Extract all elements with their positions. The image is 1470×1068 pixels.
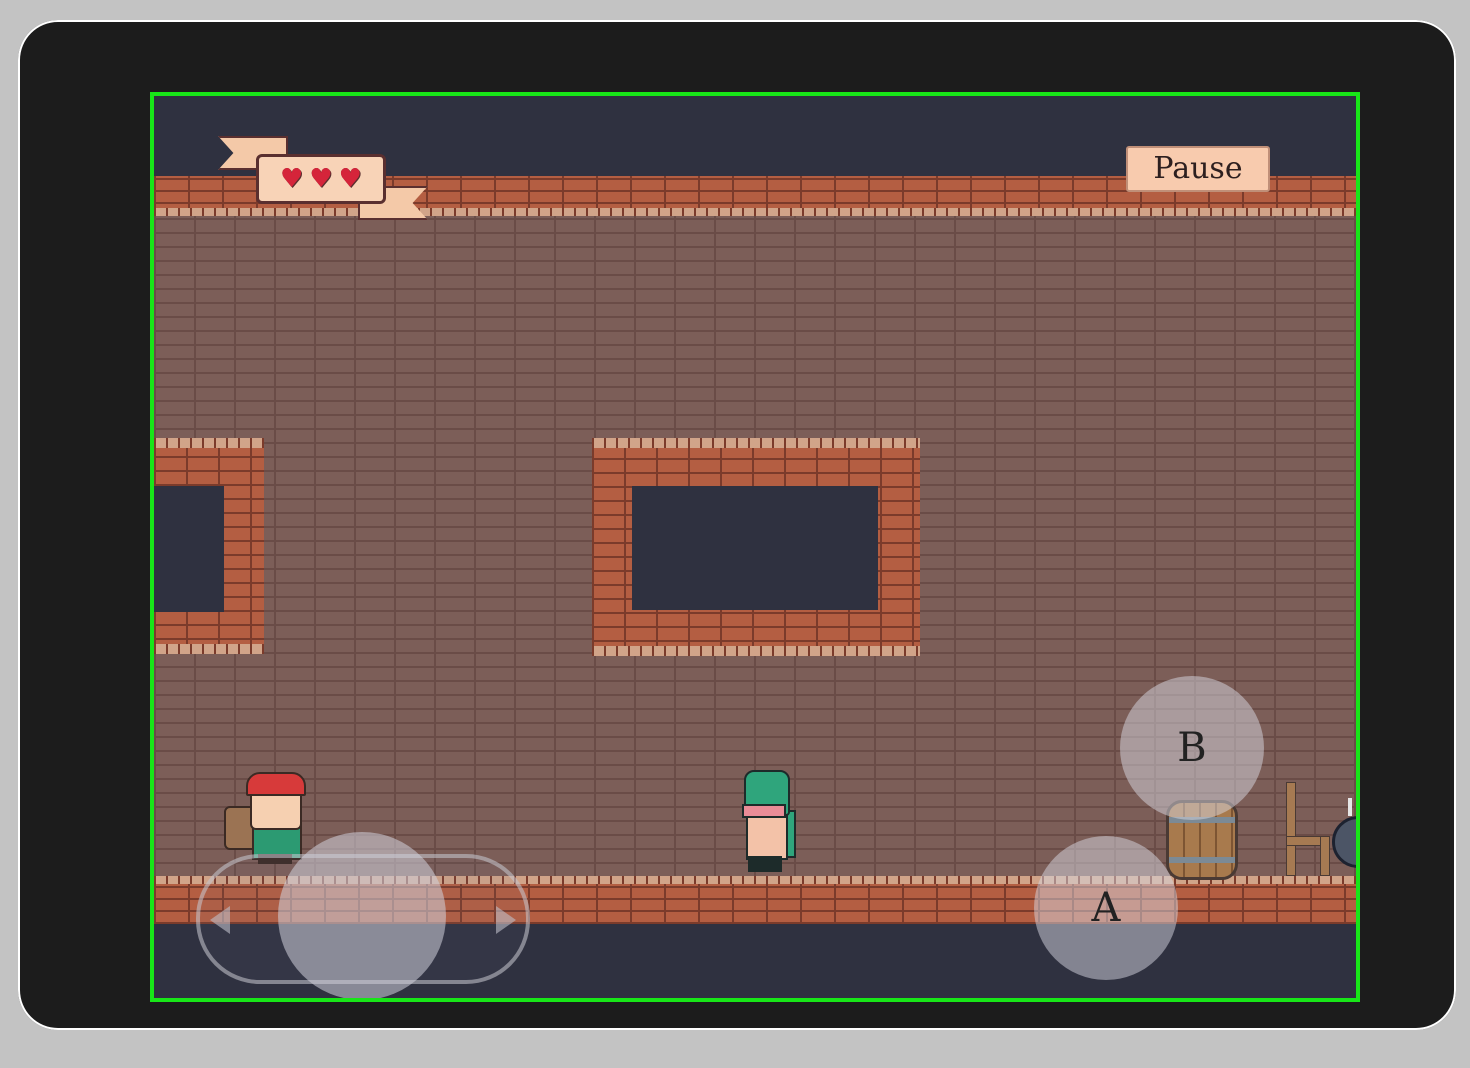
window-center (592, 438, 920, 656)
b-button[interactable]: B (1120, 676, 1264, 820)
enemy-dino (742, 770, 796, 874)
heart-icon: ♥ (280, 164, 304, 194)
left-arrow-icon (210, 906, 230, 934)
hearts-container: ♥ ♥ ♥ (256, 154, 386, 204)
player-cap (246, 772, 306, 796)
chair (1284, 782, 1330, 876)
enemy-legs (748, 856, 782, 872)
heart-icon: ♥ (309, 164, 333, 194)
player-character (224, 768, 308, 864)
bomb-fuse (1348, 798, 1352, 816)
a-button[interactable]: A (1034, 836, 1178, 980)
pause-button[interactable]: Pause (1126, 146, 1270, 192)
game-screen[interactable]: ♥ ♥ ♥ Pause B A (150, 92, 1360, 1002)
joystick-knob[interactable] (278, 832, 446, 998)
window-left (154, 438, 264, 654)
right-arrow-icon (496, 906, 516, 934)
health-banner: ♥ ♥ ♥ (218, 136, 428, 220)
heart-icon: ♥ (338, 164, 362, 194)
enemy-body (746, 814, 788, 860)
enemy-mouth (742, 804, 786, 818)
device-frame: ♥ ♥ ♥ Pause B A (18, 20, 1456, 1030)
